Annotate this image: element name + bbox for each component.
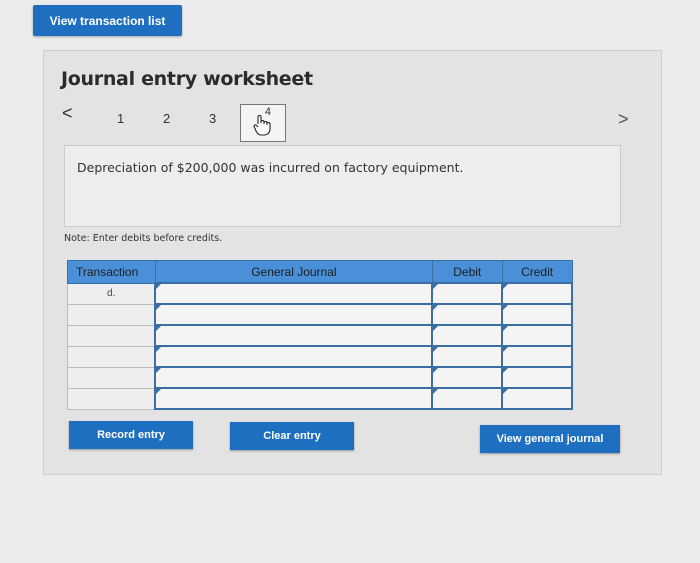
journal-table: Transaction General Journal Debit Credit… — [67, 260, 573, 410]
credit-input[interactable] — [501, 324, 573, 347]
page-2-tab[interactable]: 2 — [163, 111, 170, 126]
debit-input[interactable] — [431, 387, 504, 410]
table-row — [67, 345, 573, 368]
page-4-tab[interactable]: 4 — [240, 104, 286, 142]
view-general-journal-button[interactable]: View general journal — [480, 425, 620, 453]
transaction-cell — [67, 324, 156, 347]
note-text: Note: Enter debits before credits. — [64, 233, 223, 244]
hand-pointer-icon — [253, 115, 271, 136]
general-journal-header: General Journal — [154, 260, 433, 284]
credit-header: Credit — [501, 260, 573, 284]
transaction-cell — [67, 303, 156, 326]
credit-input[interactable] — [501, 303, 573, 326]
account-dropdown[interactable] — [154, 303, 434, 326]
table-row — [67, 366, 573, 389]
credit-input[interactable] — [501, 387, 573, 410]
transaction-header: Transaction — [67, 260, 156, 284]
credit-input[interactable] — [501, 366, 573, 389]
view-transaction-list-button[interactable]: View transaction list — [33, 5, 182, 36]
transaction-cell: d. — [67, 282, 156, 305]
table-row — [67, 387, 573, 410]
credit-input[interactable] — [501, 345, 573, 368]
transaction-description: Depreciation of $200,000 was incurred on… — [64, 145, 621, 227]
debit-input[interactable] — [431, 366, 504, 389]
debit-input[interactable] — [431, 303, 504, 326]
transaction-cell — [67, 345, 156, 368]
transaction-cell — [67, 366, 156, 389]
prev-page-icon[interactable]: < — [62, 103, 73, 124]
account-dropdown[interactable] — [154, 387, 434, 410]
debit-header: Debit — [431, 260, 503, 284]
account-dropdown[interactable] — [154, 345, 434, 368]
debit-input[interactable] — [431, 345, 504, 368]
transaction-cell — [67, 387, 156, 410]
clear-entry-button[interactable]: Clear entry — [230, 422, 354, 450]
credit-input[interactable] — [501, 282, 573, 305]
debit-input[interactable] — [431, 324, 504, 347]
page-1-tab[interactable]: 1 — [117, 111, 124, 126]
account-dropdown[interactable] — [154, 366, 434, 389]
account-dropdown[interactable] — [154, 282, 434, 305]
table-row — [67, 303, 573, 326]
record-entry-button[interactable]: Record entry — [69, 421, 193, 449]
page-3-tab[interactable]: 3 — [209, 111, 216, 126]
page-title: Journal entry worksheet — [61, 68, 313, 90]
account-dropdown[interactable] — [154, 324, 434, 347]
next-page-icon[interactable]: > — [618, 109, 629, 130]
description-text: Depreciation of $200,000 was incurred on… — [77, 160, 464, 175]
table-row: d. — [67, 282, 573, 305]
table-row — [67, 324, 573, 347]
journal-entry-panel: Journal entry worksheet < 1 2 3 4 > Depr… — [43, 50, 662, 475]
debit-input[interactable] — [431, 282, 504, 305]
